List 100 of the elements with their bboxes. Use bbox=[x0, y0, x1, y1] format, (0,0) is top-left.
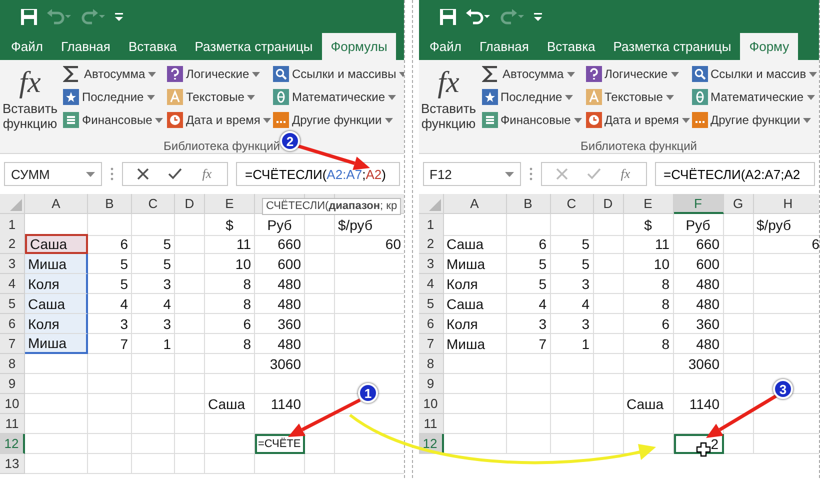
column-header[interactable]: E bbox=[205, 194, 255, 214]
ribbon-menu-button[interactable]: Математические bbox=[710, 90, 804, 104]
ribbon-menu-button[interactable]: Логические bbox=[604, 67, 668, 81]
row-header[interactable]: 12 bbox=[0, 434, 25, 454]
row-header[interactable]: 7 bbox=[418, 334, 444, 354]
empty-cell bbox=[674, 374, 724, 394]
row-header[interactable]: 10 bbox=[418, 394, 444, 414]
empty-cell bbox=[88, 354, 132, 374]
row-header[interactable]: 5 bbox=[0, 294, 25, 314]
column-header[interactable]: C bbox=[550, 194, 594, 214]
save-icon[interactable] bbox=[438, 8, 456, 26]
column-header[interactable]: F bbox=[674, 194, 724, 214]
row-header[interactable]: 1 bbox=[418, 214, 444, 236]
row-header[interactable]: 8 bbox=[418, 354, 444, 374]
ribbon-menu-button[interactable]: Другие функции bbox=[710, 113, 800, 127]
empty-cell bbox=[88, 414, 132, 434]
empty-cell bbox=[175, 254, 205, 274]
ribbon-menu-button[interactable]: Текстовые bbox=[186, 90, 244, 104]
row-header[interactable]: 10 bbox=[0, 394, 25, 414]
ribbon-menu-button[interactable]: Финансовые bbox=[500, 113, 571, 127]
empty-cell bbox=[205, 374, 255, 394]
ribbon-tab[interactable]: Формулы bbox=[322, 33, 396, 60]
ribbon-tab[interactable]: Форму bbox=[740, 33, 798, 60]
empty-cell bbox=[175, 414, 205, 434]
name-box[interactable]: СУММ bbox=[4, 162, 102, 186]
row-header[interactable]: 4 bbox=[418, 274, 444, 294]
ribbon-menu-button[interactable]: Финансовые bbox=[82, 113, 152, 127]
ribbon-menu-button[interactable]: Последние bbox=[82, 90, 144, 104]
row-header[interactable]: 6 bbox=[0, 314, 25, 334]
row-header[interactable]: 3 bbox=[418, 254, 444, 274]
insert-function-button[interactable]: fx bbox=[193, 164, 221, 184]
formula-field[interactable]: =СЧЁТЕСЛИ(A2:A7;A2) bbox=[236, 162, 400, 186]
ribbon-tab[interactable]: Вставка bbox=[538, 33, 604, 60]
caret-icon bbox=[252, 72, 260, 76]
row-header[interactable]: 9 bbox=[0, 374, 25, 394]
ribbon-tab[interactable]: Главная bbox=[52, 33, 120, 60]
row-header[interactable]: 13 bbox=[0, 454, 25, 474]
ribbon-tab[interactable]: Вставка bbox=[119, 33, 186, 60]
sigma-icon bbox=[63, 66, 81, 82]
insert-function-button[interactable]: fx Вставить функцию bbox=[418, 65, 478, 131]
row-header[interactable]: 6 bbox=[418, 314, 444, 334]
formula-field[interactable]: =СЧЁТЕСЛИ(A2:A7;A2 bbox=[654, 162, 815, 186]
empty-cell bbox=[724, 414, 754, 434]
ribbon-tab[interactable]: Файл bbox=[420, 33, 470, 60]
column-header[interactable]: B bbox=[88, 194, 132, 214]
column-header[interactable]: A bbox=[25, 194, 88, 214]
column-header[interactable]: G bbox=[724, 194, 754, 214]
row-header[interactable]: 5 bbox=[418, 294, 444, 314]
column-header[interactable]: E bbox=[624, 194, 674, 214]
row-header[interactable]: 8 bbox=[0, 354, 25, 374]
save-icon[interactable] bbox=[20, 8, 38, 26]
ribbon-menu-button[interactable]: Ссылки и массив bbox=[710, 67, 806, 81]
ribbon-tab[interactable]: Разметка страницы bbox=[186, 33, 322, 60]
row-header[interactable]: 7 bbox=[0, 334, 25, 354]
ribbon-tab[interactable]: Файл bbox=[2, 33, 52, 60]
row-header[interactable]: 3 bbox=[0, 254, 25, 274]
ribbon-menu-button[interactable]: Автосумма bbox=[84, 67, 146, 81]
ribbon-menu-button[interactable]: Другие функции bbox=[292, 113, 382, 127]
grip-icon bbox=[110, 167, 114, 181]
table-cell: 3 bbox=[132, 274, 175, 294]
undo-icon[interactable] bbox=[464, 8, 490, 24]
row-header[interactable]: 2 bbox=[418, 234, 444, 254]
caret-icon bbox=[504, 172, 514, 176]
name-box[interactable]: F12 bbox=[422, 162, 520, 186]
ribbon-menu-button[interactable]: Автосумма bbox=[502, 67, 564, 81]
empty-cell bbox=[175, 234, 205, 254]
empty-cell bbox=[88, 434, 132, 454]
column-header[interactable]: D bbox=[594, 194, 624, 214]
ribbon-menu-button[interactable]: Математические bbox=[292, 90, 385, 104]
ribbon-menu-button[interactable]: Текстовые bbox=[604, 90, 663, 104]
empty-cell bbox=[594, 294, 624, 314]
row-header[interactable]: 1 bbox=[0, 214, 25, 236]
row-header[interactable]: 11 bbox=[418, 414, 444, 434]
row-header[interactable]: 4 bbox=[0, 274, 25, 294]
ribbon-menu-button[interactable]: Последние bbox=[500, 90, 562, 104]
ribbon-tab[interactable]: Главная bbox=[470, 33, 538, 60]
insert-function-button[interactable]: fx Вставить функцию bbox=[0, 65, 60, 131]
customize-icon[interactable] bbox=[114, 12, 124, 22]
column-header[interactable]: B bbox=[506, 194, 550, 214]
column-header[interactable]: A bbox=[444, 194, 506, 214]
ribbon-menu-button[interactable]: Логические bbox=[186, 67, 250, 81]
column-header[interactable]: H bbox=[754, 194, 819, 214]
customize-icon[interactable] bbox=[532, 12, 542, 22]
column-header[interactable]: D bbox=[175, 194, 205, 214]
insert-function-button[interactable]: fx bbox=[612, 164, 640, 184]
table-cell: 5 bbox=[506, 274, 550, 294]
ribbon-tab[interactable]: Разметка страницы bbox=[604, 33, 740, 60]
ribbon-menu-button[interactable]: Дата и время bbox=[186, 113, 260, 127]
ribbon-menu-button[interactable]: Дата и время bbox=[604, 113, 679, 127]
row-header[interactable]: 9 bbox=[418, 374, 444, 394]
table-cell: Коля bbox=[444, 314, 506, 334]
empty-cell bbox=[724, 314, 754, 334]
empty-cell bbox=[594, 354, 624, 374]
table-cell: 360 bbox=[255, 314, 305, 334]
table-cell: 480 bbox=[674, 274, 724, 294]
ribbon-menu-button[interactable]: Ссылки и массивы bbox=[292, 67, 396, 81]
row-header[interactable]: 2 bbox=[0, 234, 25, 254]
row-header[interactable]: 11 bbox=[0, 414, 25, 434]
table-cell: 360 bbox=[674, 314, 724, 334]
column-header[interactable]: C bbox=[132, 194, 175, 214]
